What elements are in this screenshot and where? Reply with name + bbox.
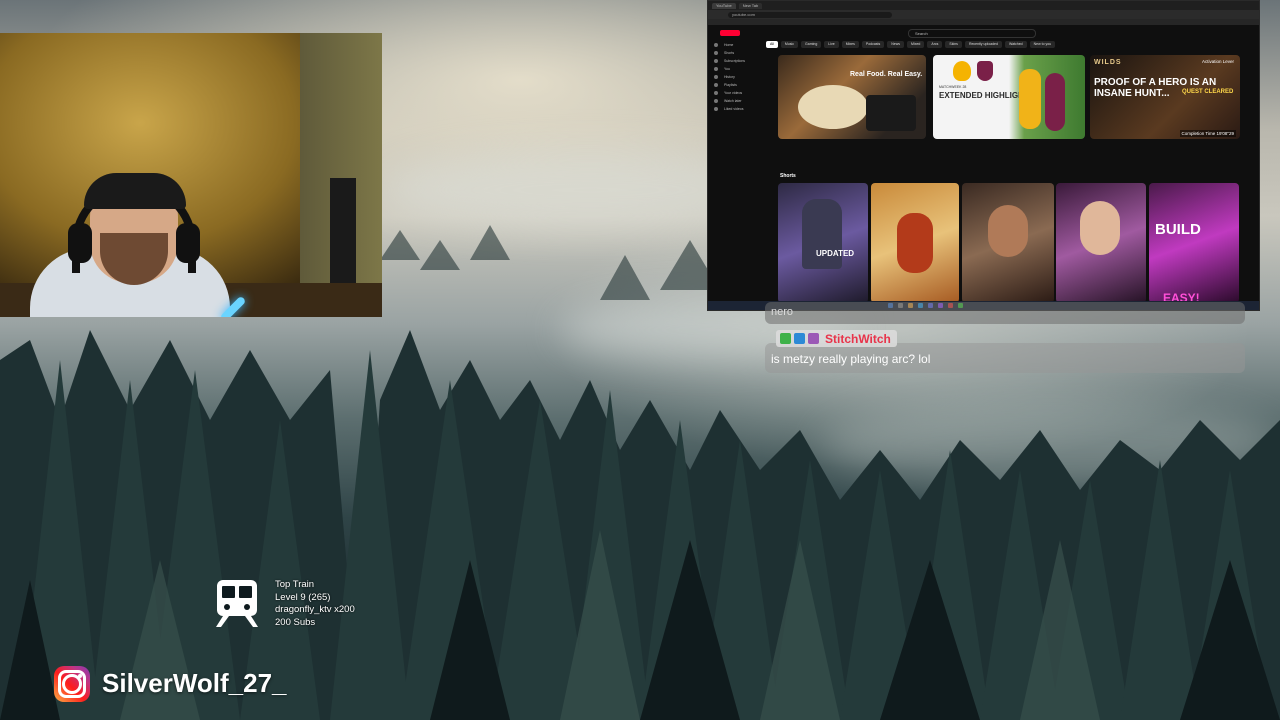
- webcam-feed: [0, 33, 382, 317]
- sidebar-item[interactable]: Home: [708, 41, 758, 49]
- video-thumbnail-highlights[interactable]: MATCHWEEK 28 EXTENDED HIGHLIGHTS: [933, 55, 1085, 139]
- chip[interactable]: Music: [780, 41, 799, 48]
- short-build-label: BUILD: [1155, 221, 1201, 238]
- headphone-left: [68, 223, 92, 263]
- thumbnail-text: Real Food. Real Easy.: [850, 71, 923, 78]
- sidebar-item[interactable]: Playlists: [708, 81, 758, 89]
- armored-character: [802, 199, 842, 269]
- quest-cleared-label: QUEST CLEARED: [1182, 89, 1234, 95]
- address-bar[interactable]: youtube.com: [728, 11, 892, 18]
- browser-tab[interactable]: YouTube: [712, 2, 736, 9]
- chip[interactable]: Arcs: [927, 41, 943, 48]
- chat-previous-message: nero: [765, 302, 1245, 324]
- sidebar-item[interactable]: Shorts: [708, 49, 758, 57]
- badge-icon: [780, 333, 791, 344]
- youtube-sidebar: Home Shorts Subscriptions You History Pl…: [708, 41, 758, 301]
- badge-icon: [808, 333, 819, 344]
- sidebar-item[interactable]: You: [708, 65, 758, 73]
- instagram-icon: [54, 666, 90, 702]
- player-figure: [1045, 73, 1065, 131]
- short-thumbnail[interactable]: [962, 183, 1054, 303]
- chip[interactable]: Podcasts: [861, 41, 885, 48]
- chip[interactable]: Mixed: [907, 41, 925, 48]
- matchweek-label: MATCHWEEK 28: [939, 85, 967, 89]
- player-figure: [1019, 69, 1041, 129]
- address-bar-row: youtube.com: [708, 10, 1259, 19]
- video-thumbnail-food[interactable]: Real Food. Real Easy.: [778, 55, 926, 139]
- sidebar-item[interactable]: Your videos: [708, 89, 758, 97]
- badge-icon: [794, 333, 805, 344]
- youtube-header: Search: [708, 26, 1259, 40]
- top-train-info: Top Train Level 9 (265) dragonfly_ktv x2…: [275, 579, 355, 629]
- shorts-header: Shorts: [780, 173, 796, 179]
- villa-crest-icon: [977, 61, 993, 81]
- filter-chips: All Music Gaming Live Mixes Podcasts New…: [766, 41, 1056, 48]
- chip[interactable]: News: [887, 41, 905, 48]
- youtube-logo[interactable]: [720, 30, 740, 36]
- headphone-right: [176, 223, 200, 263]
- chip[interactable]: Mixes: [841, 41, 859, 48]
- person-face: [1080, 201, 1120, 255]
- food-tray: [866, 95, 916, 131]
- chat-message-text: is metzy really playing arc? lol: [771, 352, 931, 366]
- train-level: Level 9 (265): [275, 591, 331, 603]
- chat-message: is metzy really playing arc? lol: [765, 343, 1245, 373]
- short-thumbnail[interactable]: [871, 183, 959, 303]
- browser-tab-strip: YouTube New Tab: [708, 1, 1259, 10]
- person-face: [988, 205, 1028, 257]
- browser-capture: YouTube New Tab youtube.com Search Home …: [707, 0, 1260, 311]
- wolves-crest-icon: [953, 61, 971, 81]
- food-plate: [798, 85, 868, 129]
- short-thumbnail[interactable]: BUILD EASY!: [1149, 183, 1239, 303]
- activation-label: Activation Lever: [1201, 59, 1234, 64]
- train-top-contributor: dragonfly_ktv x200: [275, 604, 355, 615]
- chip[interactable]: New to you: [1029, 41, 1056, 48]
- instagram-handle: SilverWolf_27_: [102, 668, 287, 698]
- thumbnail-headline: PROOF OF A HERO IS AN INSANE HUNT...: [1094, 77, 1217, 99]
- instagram-icon-dot: [78, 674, 82, 678]
- bookmarks-bar: [708, 19, 1259, 25]
- chip[interactable]: Live: [824, 41, 839, 48]
- chip[interactable]: Skins: [945, 41, 962, 48]
- chip[interactable]: All: [766, 41, 778, 48]
- completion-time: Completion Time 19'08"29: [1179, 130, 1236, 137]
- short-thumbnail[interactable]: [1056, 183, 1146, 303]
- video-thumbnail-wilds[interactable]: WILDS PROOF OF A HERO IS AN INSANE HUNT.…: [1090, 55, 1240, 139]
- chip[interactable]: Gaming: [801, 41, 822, 48]
- chip[interactable]: Recently uploaded: [964, 41, 1002, 48]
- sidebar-item[interactable]: Liked videos: [708, 105, 758, 113]
- game-title: WILDS: [1094, 59, 1122, 66]
- sidebar-item[interactable]: Subscriptions: [708, 57, 758, 65]
- sidebar-item[interactable]: Watch later: [708, 97, 758, 105]
- chat-previous-text: nero: [771, 306, 794, 318]
- train-icon: [216, 580, 258, 627]
- sidebar-item[interactable]: History: [708, 73, 758, 81]
- short-updated-label: UPDATED: [816, 249, 855, 258]
- backwards-cap: [84, 173, 186, 209]
- browser-tab[interactable]: New Tab: [738, 2, 763, 9]
- train-title: Top Train: [275, 579, 315, 590]
- train-subs: 200 Subs: [275, 616, 316, 628]
- youtube-search-input[interactable]: Search: [908, 29, 1036, 38]
- chat-username-tag: StitchWitch: [776, 330, 897, 347]
- anime-character: [897, 213, 933, 273]
- chat-username: StitchWitch: [825, 331, 891, 346]
- short-thumbnail[interactable]: UPDATED: [778, 183, 868, 303]
- chip[interactable]: Watched: [1004, 41, 1027, 48]
